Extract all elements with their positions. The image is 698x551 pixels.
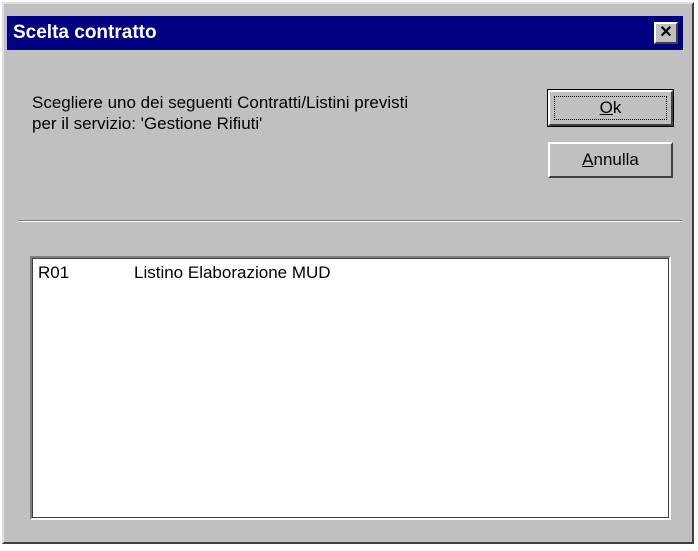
close-icon: ✕ bbox=[659, 24, 673, 41]
list-item-description: Listino Elaborazione MUD bbox=[134, 263, 331, 282]
instruction-message: Scegliere uno dei seguenti Contratti/Lis… bbox=[32, 92, 408, 134]
cancel-button-label: Annulla bbox=[582, 150, 639, 169]
cancel-button[interactable]: Annulla bbox=[548, 142, 673, 178]
window-title: Scelta contratto bbox=[13, 22, 157, 43]
close-button[interactable]: ✕ bbox=[654, 22, 678, 44]
list-item-code: R01 bbox=[38, 263, 70, 282]
instruction-line-2: per il servizio: 'Gestione Rifiuti' bbox=[32, 114, 263, 133]
title-bar[interactable]: Scelta contratto ✕ bbox=[7, 16, 683, 50]
focus-ring bbox=[554, 96, 667, 120]
instruction-line-1: Scegliere uno dei seguenti Contratti/Lis… bbox=[32, 93, 409, 112]
contracts-listbox[interactable]: R01 Listino Elaborazione MUD bbox=[30, 256, 671, 520]
separator bbox=[18, 220, 682, 222]
ok-button[interactable]: Ok bbox=[547, 89, 674, 127]
